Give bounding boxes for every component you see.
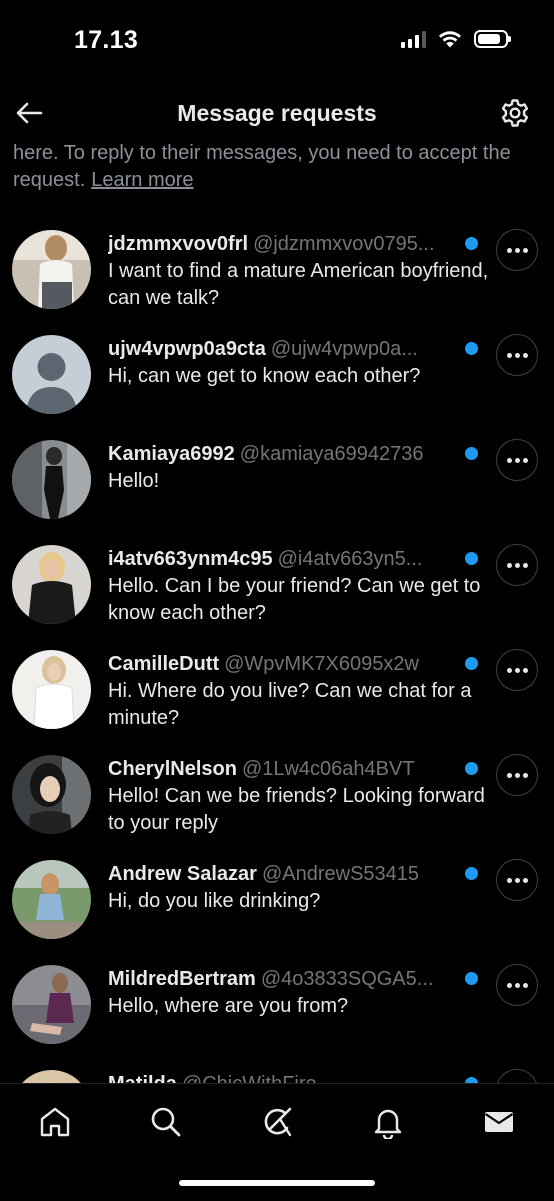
unread-dot: [465, 867, 478, 880]
cellular-signal-icon: [401, 30, 426, 48]
avatar[interactable]: [12, 335, 91, 414]
more-options-button[interactable]: [496, 334, 538, 376]
home-indicator: [179, 1180, 375, 1186]
intro-text: here. To reply to their messages, you ne…: [13, 140, 543, 194]
sender-name-line: CherylNelson @1Lw4c06ah4BVT: [108, 756, 458, 782]
unread-dot: [465, 657, 478, 670]
avatar[interactable]: [12, 230, 91, 309]
sender-name-line: MildredBertram @4o3833SQGA5...: [108, 966, 458, 992]
message-preview: Hello!: [108, 470, 160, 492]
avatar[interactable]: [12, 545, 91, 624]
message-preview: Hello. Can I be your friend? Can we get …: [108, 575, 481, 624]
sender-name: i4atv663ynm4c95: [108, 548, 273, 570]
unread-dot: [465, 972, 478, 985]
nav-messages[interactable]: [477, 1100, 521, 1144]
more-options-button[interactable]: [496, 964, 538, 1006]
unread-dot: [465, 342, 478, 355]
request-item[interactable]: i4atv663ynm4c95 @i4atv663yn5... Hello. Ca…: [0, 540, 554, 644]
unread-dot: [465, 237, 478, 250]
request-item[interactable]: CamilleDutt @WpvMK7X6095x2w Hi. Where do …: [0, 645, 554, 749]
request-item[interactable]: Andrew Salazar @AndrewS53415 Hi, do you l…: [0, 855, 554, 959]
sender-handle: @jdzmmxvov0795...: [253, 233, 435, 255]
nav-home[interactable]: [33, 1100, 77, 1144]
gear-icon: [501, 99, 529, 127]
grok-icon: [264, 1107, 292, 1137]
unread-dot: [465, 762, 478, 775]
message-preview: Hello, where are you from?: [108, 995, 349, 1017]
home-icon: [40, 1107, 70, 1137]
sender-name: CherylNelson: [108, 758, 237, 780]
sender-handle: @4o3833SQGA5...: [260, 968, 434, 990]
more-options-button[interactable]: [496, 229, 538, 271]
sender-name-line: i4atv663ynm4c95 @i4atv663yn5...: [108, 546, 458, 572]
sender-name: Kamiaya6992: [108, 443, 235, 465]
sender-name-line: Andrew Salazar @AndrewS53415: [108, 861, 458, 887]
sender-name-line: Kamiaya6992 @kamiaya69942736: [108, 441, 458, 467]
message-preview: Hello! Can we be friends? Looking forwar…: [108, 785, 485, 834]
mail-icon: [484, 1112, 514, 1132]
request-item[interactable]: CherylNelson @1Lw4c06ah4BVT Hello! Can we…: [0, 750, 554, 854]
request-item[interactable]: Kamiaya6992 @kamiaya69942736 Hello!: [0, 435, 554, 539]
more-options-button[interactable]: [496, 754, 538, 796]
sender-name: Andrew Salazar: [108, 863, 257, 885]
sender-name-line: jdzmmxvov0frl @jdzmmxvov0795...: [108, 231, 458, 257]
sender-name-line: CamilleDutt @WpvMK7X6095x2w: [108, 651, 458, 677]
search-icon: [151, 1107, 181, 1137]
avatar[interactable]: [12, 440, 91, 519]
status-bar: 17.13: [0, 0, 554, 80]
sender-handle: @AndrewS53415: [261, 863, 420, 885]
request-item[interactable]: ujw4vpwp0a9cta @ujw4vpwp0a... Hi, can we …: [0, 330, 554, 434]
avatar[interactable]: [12, 965, 91, 1044]
unread-dot: [465, 552, 478, 565]
sender-handle: @1Lw4c06ah4BVT: [241, 758, 415, 780]
page-title: Message requests: [177, 100, 377, 126]
more-options-button[interactable]: [496, 859, 538, 901]
sender-name: ujw4vpwp0a9cta: [108, 338, 266, 360]
sender-name-line: ujw4vpwp0a9cta @ujw4vpwp0a...: [108, 336, 458, 362]
request-item[interactable]: Matilda @ChicWithFire: [0, 1065, 554, 1085]
message-preview: Hi, do you like drinking?: [108, 890, 321, 912]
settings-button[interactable]: [498, 96, 532, 130]
nav-notifications[interactable]: [366, 1100, 410, 1144]
request-item[interactable]: MildredBertram @4o3833SQGA5... Hello, whe…: [0, 960, 554, 1064]
request-item[interactable]: jdzmmxvov0frl @jdzmmxvov0795... I want to…: [0, 225, 554, 329]
more-options-button[interactable]: [496, 649, 538, 691]
intro-description: here. To reply to their messages, you ne…: [13, 142, 511, 191]
status-icons: [401, 30, 511, 48]
wifi-icon: [439, 31, 461, 48]
avatar[interactable]: [12, 650, 91, 729]
avatar[interactable]: [12, 860, 91, 939]
nav-grok[interactable]: [255, 1100, 299, 1144]
unread-dot: [465, 447, 478, 460]
message-preview: I want to find a mature American boyfrie…: [108, 260, 489, 309]
more-options-button[interactable]: [496, 439, 538, 481]
message-preview: Hi. Where do you live? Can we chat for a…: [108, 680, 472, 729]
message-preview: Hi, can we get to know each other?: [108, 365, 421, 387]
sender-handle: @ujw4vpwp0a...: [270, 338, 418, 360]
more-options-button[interactable]: [496, 544, 538, 586]
sender-handle: @WpvMK7X6095x2w: [224, 653, 419, 675]
message-request-list: jdzmmxvov0frl @jdzmmxvov0795... I want to…: [0, 225, 554, 1085]
status-time: 17.13: [74, 26, 139, 54]
bell-icon: [374, 1109, 402, 1139]
header: Message requests: [0, 88, 554, 142]
battery-icon: [474, 30, 511, 48]
sender-name: jdzmmxvov0frl: [108, 233, 249, 255]
sender-handle: @i4atv663yn5...: [277, 548, 423, 570]
sender-name: CamilleDutt: [108, 653, 220, 675]
nav-search[interactable]: [144, 1100, 188, 1144]
learn-more-link[interactable]: Learn more: [91, 169, 193, 191]
avatar[interactable]: [12, 755, 91, 834]
sender-name: MildredBertram: [108, 968, 256, 990]
sender-handle: @kamiaya69942736: [239, 443, 424, 465]
